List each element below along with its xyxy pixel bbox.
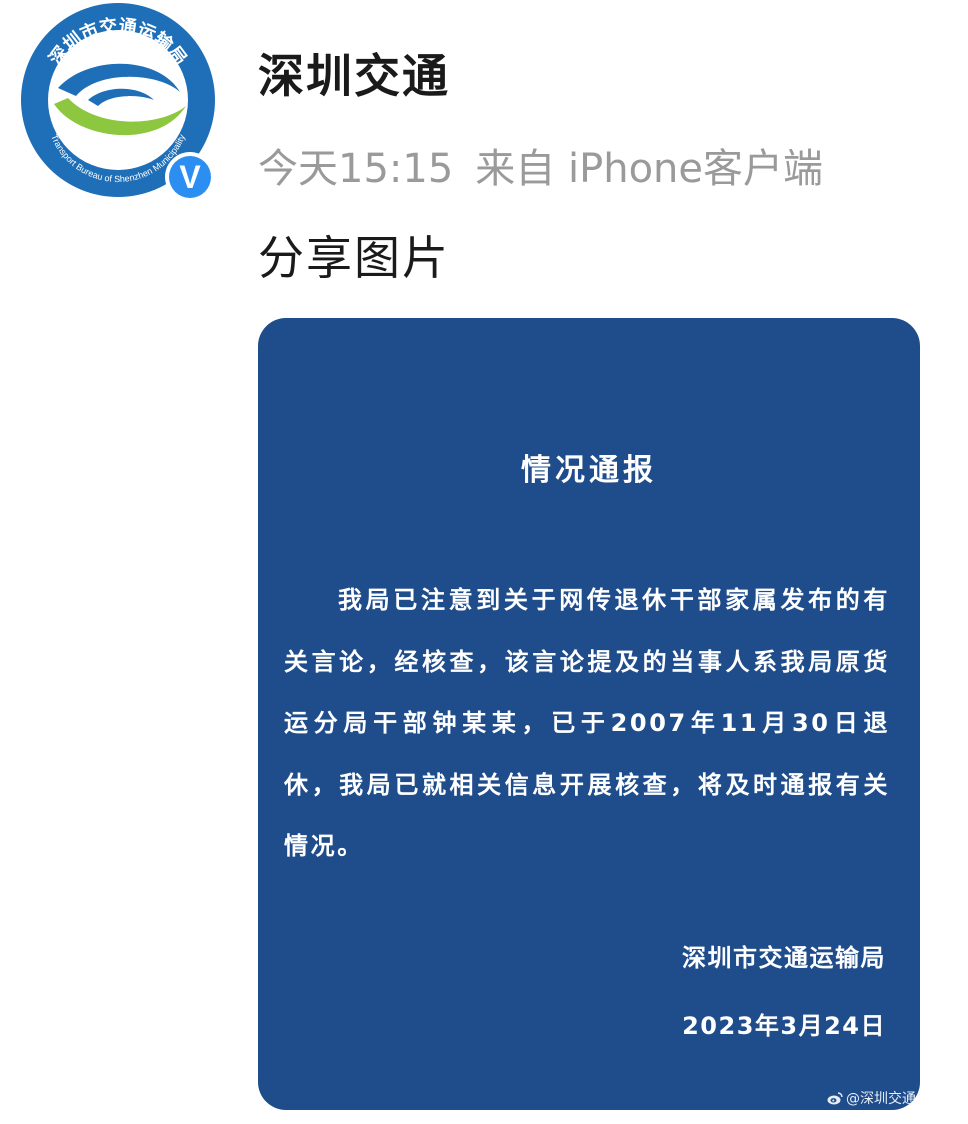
post-time: 今天15:15 bbox=[258, 146, 454, 192]
notice-date: 2023年3月24日 bbox=[682, 1012, 886, 1040]
account-name[interactable]: 深圳交通 bbox=[258, 40, 450, 106]
post-meta: 今天15:15 来自 iPhone客户端 bbox=[258, 136, 823, 194]
shared-image-notice[interactable]: 情况通报 我局已注意到关于网传退休干部家属发布的有关言论，经核查，该言论提及的当… bbox=[258, 318, 920, 1110]
watermark: @深圳交通 bbox=[827, 1088, 916, 1108]
post-source: 来自 iPhone客户端 bbox=[475, 146, 824, 192]
weibo-logo-icon bbox=[827, 1092, 843, 1105]
post-text: 分享图片 bbox=[258, 231, 450, 285]
notice-title: 情况通报 bbox=[521, 453, 657, 488]
watermark-text: @深圳交通 bbox=[846, 1091, 916, 1107]
notice-body: 我局已注意到关于网传退休干部家属发布的有关言论，经核查，该言论提及的当事人系我局… bbox=[284, 586, 890, 860]
verified-badge: V bbox=[165, 152, 215, 202]
notice-issuer: 深圳市交通运输局 bbox=[682, 944, 886, 972]
verified-v-icon: V bbox=[169, 156, 211, 198]
